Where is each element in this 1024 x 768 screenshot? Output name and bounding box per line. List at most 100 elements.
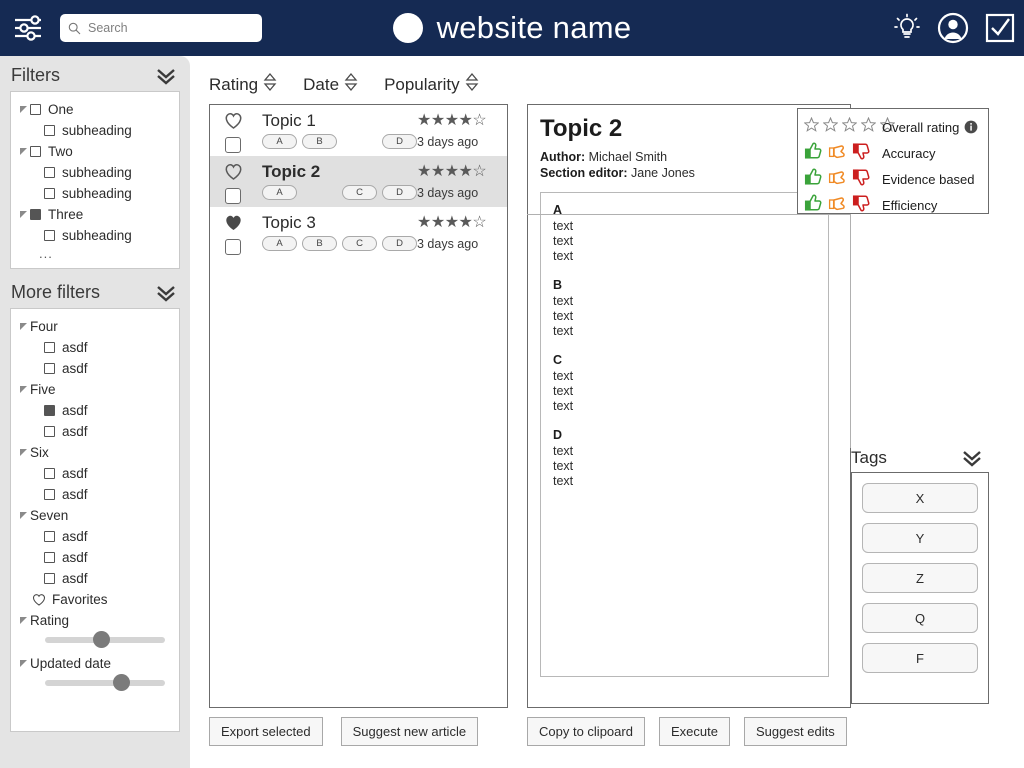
account-icon[interactable]	[936, 11, 970, 45]
filter-checkbox[interactable]	[44, 426, 55, 437]
more-filter-sub-item[interactable]: asdf	[17, 568, 173, 589]
info-icon[interactable]	[964, 120, 978, 134]
filter-checkbox[interactable]	[44, 167, 55, 178]
row-tag-D[interactable]: D	[382, 236, 417, 251]
filter-checkbox[interactable]	[44, 468, 55, 479]
suggest-new-article-button[interactable]: Suggest new article	[340, 717, 479, 746]
filter-checkbox[interactable]	[30, 146, 41, 157]
thumb-down-icon[interactable]	[852, 193, 872, 218]
filter-checkbox[interactable]	[44, 230, 55, 241]
sort-updown-icon[interactable]	[465, 72, 479, 96]
heart-filled-icon[interactable]	[224, 214, 243, 236]
slider-knob[interactable]	[113, 674, 131, 691]
filter-checkbox[interactable]	[30, 209, 41, 220]
filter-checkbox[interactable]	[44, 573, 55, 584]
slider-rating[interactable]	[17, 631, 173, 653]
row-tag-D[interactable]: D	[382, 134, 417, 149]
sort-rating[interactable]: Rating	[209, 72, 277, 96]
slider-knob[interactable]	[93, 631, 110, 648]
thumb-up-icon[interactable]	[804, 167, 824, 192]
more-filter-sub-item[interactable]: asdf	[17, 358, 173, 379]
expand-triangle-icon[interactable]	[17, 511, 30, 520]
table-row[interactable]: Topic 1 A B D ★★★★☆ 3 days ago	[210, 105, 507, 156]
checkbox-icon[interactable]	[984, 12, 1016, 44]
thumb-side-icon[interactable]	[828, 167, 848, 192]
lightbulb-icon[interactable]	[892, 13, 922, 43]
more-filter-sub-item[interactable]: asdf	[17, 547, 173, 568]
star-empty-icon[interactable]	[860, 116, 877, 137]
filter-checkbox[interactable]	[44, 188, 55, 199]
more-filter-group-five[interactable]: Five	[17, 379, 173, 400]
sort-updown-icon[interactable]	[263, 72, 277, 96]
filter-checkbox[interactable]	[44, 531, 55, 542]
filter-sub-item[interactable]: subheading	[17, 120, 173, 141]
slider-group-rating[interactable]: Rating	[17, 610, 173, 631]
table-row[interactable]: Topic 2 A C D ★★★★☆ 3 days ago	[210, 156, 507, 207]
expand-triangle-icon[interactable]	[17, 105, 30, 114]
filter-sub-item[interactable]: subheading	[17, 225, 173, 246]
expand-triangle-icon[interactable]	[17, 147, 30, 156]
heart-outline-icon[interactable]	[224, 112, 243, 134]
star-empty-icon[interactable]	[822, 116, 839, 137]
row-checkbox[interactable]	[225, 137, 241, 153]
expand-triangle-icon[interactable]	[17, 385, 30, 394]
execute-button[interactable]: Execute	[658, 717, 730, 746]
row-tag-A[interactable]: A	[262, 185, 297, 200]
filter-group-two[interactable]: Two	[17, 141, 173, 162]
expand-triangle-icon[interactable]	[17, 616, 30, 625]
more-filter-sub-item[interactable]: asdf	[17, 526, 173, 547]
more-filter-sub-item[interactable]: asdf	[17, 484, 173, 505]
thumb-up-icon[interactable]	[804, 193, 824, 218]
search-box[interactable]	[60, 14, 262, 42]
search-input[interactable]	[86, 20, 254, 36]
thumb-side-icon[interactable]	[828, 141, 848, 166]
sort-popularity[interactable]: Popularity	[384, 72, 479, 96]
filter-checkbox[interactable]	[44, 342, 55, 353]
tag-button-f[interactable]: F	[862, 643, 978, 673]
more-filter-sub-item[interactable]: asdf	[17, 463, 173, 484]
thumb-side-icon[interactable]	[828, 193, 848, 218]
more-filter-sub-item[interactable]: asdf	[17, 337, 173, 358]
expand-triangle-icon[interactable]	[17, 322, 30, 331]
filter-checkbox[interactable]	[44, 489, 55, 500]
expand-triangle-icon[interactable]	[17, 659, 30, 668]
filter-group-three[interactable]: Three	[17, 204, 173, 225]
sort-date[interactable]: Date	[303, 72, 358, 96]
slider-track[interactable]	[45, 631, 165, 648]
filter-checkbox[interactable]	[30, 104, 41, 115]
filter-sub-item[interactable]: subheading	[17, 183, 173, 204]
overall-stars[interactable]	[803, 116, 896, 137]
row-tag-C[interactable]: C	[342, 236, 377, 251]
slider-updated-date[interactable]	[17, 674, 173, 696]
table-row[interactable]: Topic 3 A B C D ★★★★☆ 3 days ago	[210, 207, 507, 258]
slider-group-updated-date[interactable]: Updated date	[17, 653, 173, 674]
thumb-down-icon[interactable]	[852, 141, 872, 166]
more-filter-group-six[interactable]: Six	[17, 442, 173, 463]
copy-to-clipoard-button[interactable]: Copy to clipoard	[527, 717, 645, 746]
expand-triangle-icon[interactable]	[17, 448, 30, 457]
row-tag-A[interactable]: A	[262, 236, 297, 251]
row-tag-C[interactable]: C	[342, 185, 377, 200]
row-tag-D[interactable]: D	[382, 185, 417, 200]
thumb-up-icon[interactable]	[804, 141, 824, 166]
more-filter-sub-item[interactable]: asdf	[17, 421, 173, 442]
tag-button-q[interactable]: Q	[862, 603, 978, 633]
filter-checkbox[interactable]	[44, 363, 55, 374]
chevron-double-down-icon[interactable]	[155, 66, 177, 86]
more-filter-group-seven[interactable]: Seven	[17, 505, 173, 526]
row-tag-B[interactable]: B	[302, 134, 337, 149]
more-filter-sub-item[interactable]: asdf	[17, 400, 173, 421]
thumb-down-icon[interactable]	[852, 167, 872, 192]
row-tag-A[interactable]: A	[262, 134, 297, 149]
chevron-double-down-icon[interactable]	[155, 283, 177, 303]
sort-updown-icon[interactable]	[344, 72, 358, 96]
heart-outline-icon[interactable]	[224, 163, 243, 185]
tag-button-x[interactable]: X	[862, 483, 978, 513]
favorites-filter[interactable]: Favorites	[17, 589, 173, 610]
row-checkbox[interactable]	[225, 188, 241, 204]
export-selected-button[interactable]: Export selected	[209, 717, 323, 746]
star-empty-icon[interactable]	[841, 116, 858, 137]
filter-sub-item[interactable]: subheading	[17, 162, 173, 183]
filter-checkbox[interactable]	[44, 552, 55, 563]
expand-triangle-icon[interactable]	[17, 210, 30, 219]
